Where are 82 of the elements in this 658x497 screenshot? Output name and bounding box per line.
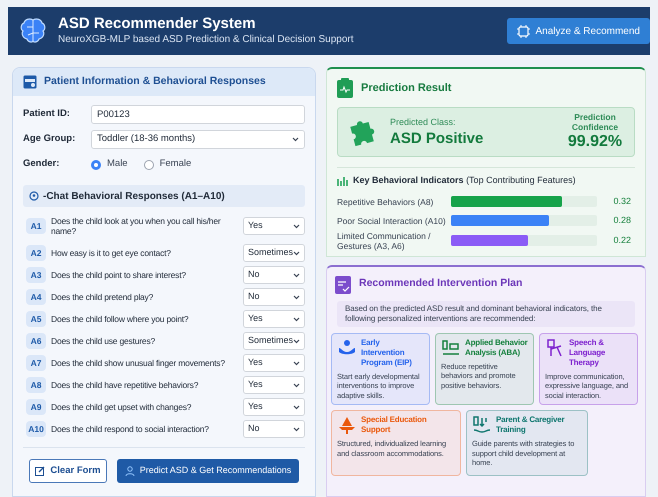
confidence-value: 99.92% [568,132,622,152]
field-label: Age Group: [23,132,76,146]
predict-button[interactable]: Predict ASD & Get Recommendations [117,459,299,483]
question-code: A2 [26,245,46,261]
panel-title: Prediction Result [361,80,452,96]
chevron-icon [293,224,300,228]
indicators-title: Key Behavioral Indicators (Top Contributing Features) [353,174,576,187]
question-text: Does the child point to share interest? [51,270,187,280]
clear-form-button[interactable]: Clear Form [29,459,107,483]
question-text: Does the child use gestures? [51,336,156,346]
chevron-icon [293,426,300,432]
chevron-icon [293,382,300,388]
chevron-icon [293,360,300,366]
panel-title: Patient Information & Behavioral Responses [44,74,266,90]
bar-chart-icon [337,176,348,186]
chevron-icon [293,404,300,410]
question-text: Does the child get upset with changes? [51,402,192,412]
chevron-icon [293,338,300,344]
answer-select[interactable]: Yes [243,398,305,416]
question-code: A8 [26,377,46,393]
card-title: Special Education Support [361,415,428,435]
indicator-name: Limited Communication / Gestures (A3, A6) [337,230,432,250]
answer-select[interactable]: Yes [243,376,305,394]
result-value: ASD Positive [390,130,484,148]
question-text: Does the child follow where you point? [51,314,190,324]
indicator-name: Poor Social Interaction (A10) [337,216,447,226]
checklist-icon [335,274,351,294]
confidence-label: Prediction Confidence [570,112,620,132]
card-title: Speech & Language Therapy [569,338,606,368]
indicator-value: 0.28 [612,214,632,227]
question-code: A1 [26,218,46,234]
question-code: A7 [26,355,46,371]
form-icon [23,75,37,89]
answer-select[interactable]: Sometimes [243,244,305,262]
chevron-icon [293,294,300,300]
chevron-icon [293,250,300,256]
answer-select[interactable]: Yes [243,354,305,372]
result-label: Predicted Class: [390,116,457,130]
question-code: A3 [26,267,46,283]
question-code: A4 [26,289,46,305]
question-code: A5 [26,311,46,327]
answer-select[interactable]: Yes [243,217,305,235]
question-text: Does the child pretend play? [51,292,154,302]
edit-icon [35,466,46,476]
question-text: Does the child show unusual finger movements? [51,358,226,368]
question-text: Does the child have repetitive behaviors? [51,380,200,390]
answer-select[interactable]: Yes [243,310,305,328]
answer-select[interactable]: No [243,266,305,284]
age-group-select[interactable]: Toddler (18-36 months) [91,130,305,149]
gender-radio[interactable]: Female [144,157,192,172]
answer-select[interactable]: No [243,420,305,438]
answer-select[interactable]: No [243,288,305,306]
chevron-icon [293,272,300,278]
indicator-value: 0.22 [612,234,632,247]
question-code: A6 [26,333,46,349]
clipboard-icon [337,78,353,98]
question-code: A10 [26,421,46,437]
chevron-icon [292,137,299,142]
indicator-value: 0.32 [612,194,632,208]
card-title: Applied Behavior Analysis (ABA) [465,338,528,358]
card-title: Parent & Caregiver Training [496,415,566,435]
intro-text: Based on the predicted ASD result and dominant behavioral indicators, the following personalized interventions are recommended: [345,304,603,324]
chart-icon [441,338,461,358]
answer-select[interactable]: Sometimes [243,332,305,350]
gender-radio[interactable]: Male [91,157,128,172]
question-text: Does the child respond to social interaction? [51,424,210,434]
card-title: Early Intervention Program (EIP) [361,338,413,368]
question-text: How easy is it to get eye contact? [51,248,172,258]
chevron-icon [293,316,300,322]
section-title: -Chat Behavioral Responses (A1–A10) [43,190,225,204]
indicator-name: Repetitive Behaviors (A8) [337,196,434,206]
analyze-button[interactable]: Analyze & Recommend [506,18,650,44]
field-label: Patient ID: [23,106,71,121]
panel-title: Recommended Intervention Plan [359,276,522,291]
app-subtitle: NeuroXGB-MLP based ASD Prediction & Clinical Decision Support [58,33,354,47]
field-label: Gender: [23,157,60,172]
user-icon [124,466,135,476]
patient-id-field[interactable]: P00123 [91,104,305,124]
question-text: Does the child look at you when you call his/her name? [51,216,222,236]
app-title: ASD Recommender System [58,15,257,33]
processor-icon [516,24,530,38]
question-code: A9 [26,399,46,415]
